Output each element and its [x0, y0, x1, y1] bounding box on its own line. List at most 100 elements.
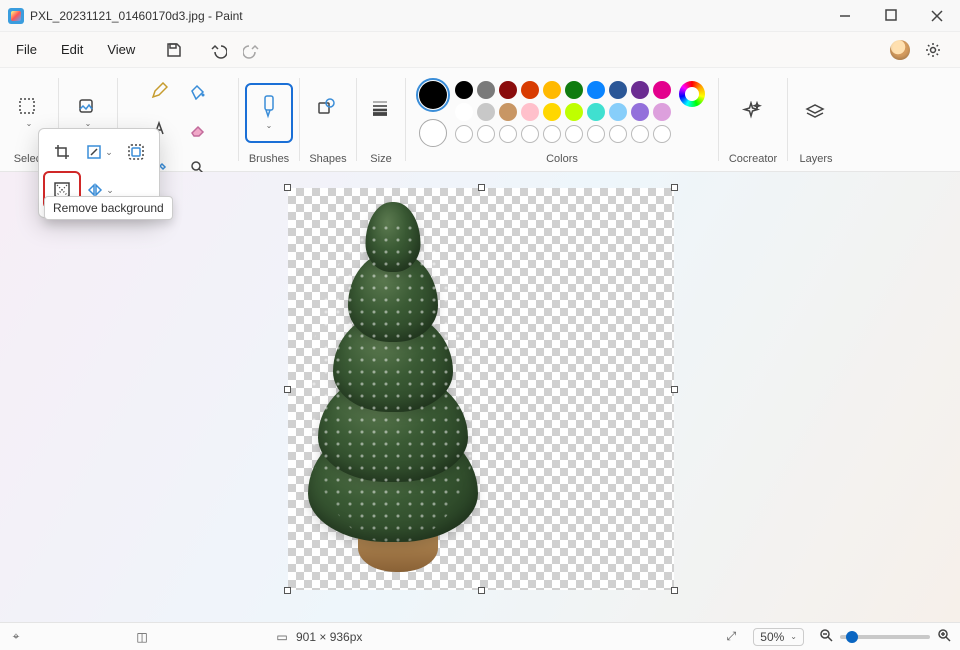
- color-swatches: [455, 81, 671, 143]
- color-swatch[interactable]: [543, 103, 561, 121]
- fit-icon: ⤢: [723, 629, 739, 644]
- maximize-button[interactable]: [868, 0, 914, 32]
- color-swatch-empty[interactable]: [609, 125, 627, 143]
- color-swatch[interactable]: [653, 81, 671, 99]
- color-swatch[interactable]: [631, 81, 649, 99]
- zoom-select[interactable]: 50% ⌄: [753, 628, 804, 646]
- menu-file[interactable]: File: [4, 36, 49, 63]
- color-swatch[interactable]: [609, 103, 627, 121]
- color-swatch[interactable]: [455, 103, 473, 121]
- color1[interactable]: [419, 81, 447, 109]
- select-image-icon: [127, 143, 145, 161]
- color-swatch[interactable]: [565, 81, 583, 99]
- color-swatch-empty[interactable]: [653, 125, 671, 143]
- color-swatch-empty[interactable]: [499, 125, 517, 143]
- resize-handle[interactable]: [284, 386, 291, 393]
- color-swatch[interactable]: [477, 81, 495, 99]
- minimize-button[interactable]: [822, 0, 868, 32]
- color-swatch[interactable]: [565, 103, 583, 121]
- color-swatch-empty[interactable]: [587, 125, 605, 143]
- group-colors: Colors: [406, 68, 718, 171]
- status-selection: ◫: [134, 630, 150, 644]
- color-swatch[interactable]: [455, 81, 473, 99]
- color-swatch-empty[interactable]: [455, 125, 473, 143]
- resize-skew-button[interactable]: [82, 135, 115, 169]
- maximize-icon: [882, 7, 900, 25]
- brushes-tool[interactable]: ⌄: [247, 85, 291, 141]
- select-image-button[interactable]: [120, 135, 153, 169]
- resize-handle[interactable]: [671, 587, 678, 594]
- resize-handle[interactable]: [284, 184, 291, 191]
- canvas-size-icon: ▭: [274, 630, 290, 644]
- group-layers: Layers: [788, 68, 844, 171]
- chevron-down-icon: ⌄: [85, 119, 92, 128]
- chevron-down-icon: ⌄: [26, 119, 33, 128]
- minimize-icon: [836, 7, 854, 25]
- color-swatch[interactable]: [587, 81, 605, 99]
- color-swatch-empty[interactable]: [543, 125, 561, 143]
- save-button[interactable]: [157, 35, 191, 65]
- menu-edit[interactable]: Edit: [49, 36, 95, 63]
- zoom-out-button[interactable]: [818, 628, 834, 645]
- status-cursor: ⌖: [8, 629, 30, 644]
- menu-view[interactable]: View: [95, 36, 147, 63]
- canvas-content-tree: [308, 232, 478, 572]
- layers-icon: [804, 101, 828, 125]
- color-swatch[interactable]: [609, 81, 627, 99]
- resize-handle[interactable]: [478, 587, 485, 594]
- fit-to-window-button[interactable]: ⤢: [723, 629, 739, 644]
- window-title: PXL_20231121_01460170d3.jpg - Paint: [30, 9, 243, 23]
- color-swatch[interactable]: [653, 103, 671, 121]
- color-swatch[interactable]: [521, 103, 539, 121]
- bucket-icon: [188, 82, 206, 100]
- color-swatch[interactable]: [587, 103, 605, 121]
- sparkle-icon: [741, 101, 765, 125]
- size-tool[interactable]: ⌄: [359, 85, 403, 141]
- fill-tool[interactable]: [180, 74, 214, 108]
- color-swatch[interactable]: [477, 103, 495, 121]
- color-swatch-empty[interactable]: [631, 125, 649, 143]
- color-swatch-empty[interactable]: [477, 125, 495, 143]
- crop-button[interactable]: [45, 135, 78, 169]
- resize-handle[interactable]: [478, 184, 485, 191]
- layers-button[interactable]: [794, 85, 838, 141]
- resize-handle[interactable]: [671, 184, 678, 191]
- edit-colors-button[interactable]: [679, 81, 705, 107]
- color-swatch[interactable]: [543, 81, 561, 99]
- save-icon: [165, 41, 183, 59]
- eraser-tool[interactable]: [180, 112, 214, 146]
- settings-button[interactable]: [916, 35, 950, 65]
- group-label-colors: Colors: [546, 151, 578, 169]
- zoom-in-button[interactable]: [936, 628, 952, 645]
- cocreator-button[interactable]: [731, 85, 775, 141]
- color-swatch-empty[interactable]: [565, 125, 583, 143]
- select-rect-icon: [18, 97, 40, 119]
- close-button[interactable]: [914, 0, 960, 32]
- workspace[interactable]: [0, 172, 960, 622]
- selection-size-icon: ◫: [134, 630, 150, 644]
- color-swatch[interactable]: [499, 81, 517, 99]
- canvas[interactable]: [288, 188, 674, 590]
- color-swatch-empty[interactable]: [521, 125, 539, 143]
- color2[interactable]: [419, 119, 447, 147]
- group-label-brushes: Brushes: [249, 151, 289, 169]
- shapes-tool[interactable]: ⌄: [306, 85, 350, 141]
- size-lines-icon: [370, 97, 392, 119]
- user-avatar[interactable]: [890, 40, 910, 60]
- pencil-tool[interactable]: [142, 74, 176, 108]
- titlebar: PXL_20231121_01460170d3.jpg - Paint: [0, 0, 960, 32]
- group-cocreator: Cocreator: [719, 68, 787, 171]
- resize-icon: [85, 143, 103, 161]
- group-brushes: ⌄ Brushes: [239, 68, 299, 171]
- color-swatch[interactable]: [499, 103, 517, 121]
- zoom-slider[interactable]: [840, 635, 930, 639]
- chevron-down-icon: ⌄: [266, 121, 273, 130]
- shapes-icon: [317, 97, 339, 119]
- group-label-layers: Layers: [799, 151, 832, 169]
- color-swatch[interactable]: [631, 103, 649, 121]
- undo-button[interactable]: [201, 35, 235, 65]
- redo-button[interactable]: [235, 35, 269, 65]
- resize-handle[interactable]: [284, 587, 291, 594]
- color-swatch[interactable]: [521, 81, 539, 99]
- resize-handle[interactable]: [671, 386, 678, 393]
